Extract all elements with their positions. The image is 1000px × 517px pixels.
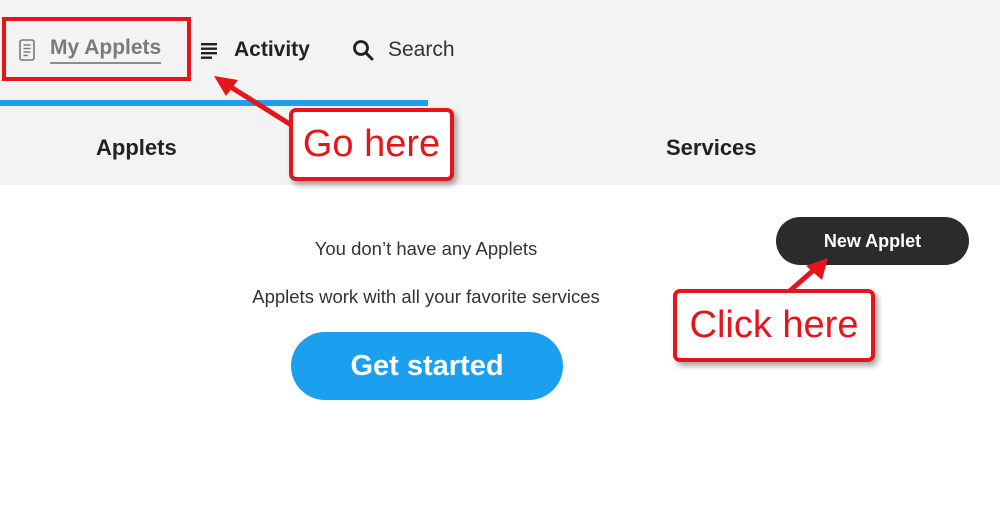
new-applet-button[interactable]: New Applet: [776, 217, 969, 265]
empty-state-title: You don’t have any Applets: [314, 238, 538, 259]
nav-activity-label: Activity: [234, 38, 310, 61]
nav-search[interactable]: Search: [352, 30, 455, 70]
tab-applets[interactable]: Applets: [96, 132, 177, 164]
active-tab-indicator: [0, 100, 428, 106]
tab-services[interactable]: Services: [666, 132, 757, 164]
empty-state-subtitle: Applets work with all your favorite serv…: [252, 286, 600, 307]
my-applets-highlight-box: [2, 17, 191, 81]
list-icon: [200, 41, 220, 59]
get-started-button[interactable]: Get started: [291, 332, 563, 400]
nav-search-label: Search: [388, 38, 455, 61]
search-icon: [352, 39, 374, 61]
go-here-callout: Go here: [289, 108, 454, 181]
click-here-callout: Click here: [673, 289, 875, 362]
nav-activity[interactable]: Activity: [200, 30, 310, 70]
